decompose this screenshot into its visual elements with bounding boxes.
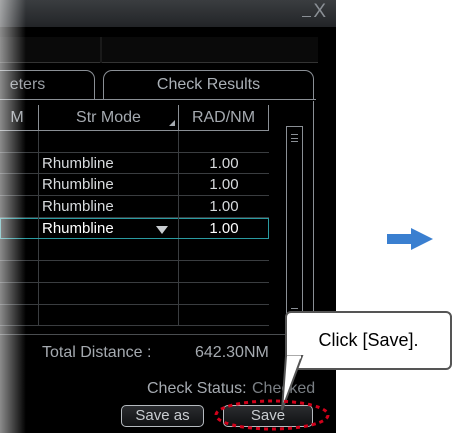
table-row[interactable]	[0, 304, 269, 327]
cell-str-mode: Rhumbline	[39, 152, 179, 174]
cell-str-mode: Rhumbline	[39, 196, 179, 217]
cell-rad-nm	[179, 283, 269, 304]
cell-index	[0, 131, 39, 152]
tab-label: Check Results	[156, 76, 261, 93]
cell-str-mode	[39, 239, 179, 261]
save-as-button[interactable]: Save as	[121, 405, 204, 427]
cell-str-mode	[39, 282, 179, 304]
results-table: M Str Mode RAD/NM Rhumbline 1.00 Rhumbline…	[0, 101, 314, 333]
cell-rad-nm: 1.00	[209, 154, 239, 172]
table-row[interactable]: Rhumbline 1.00	[0, 174, 269, 197]
cell-index	[0, 282, 39, 304]
tab-label: eters	[9, 76, 46, 93]
column-header-rad-nm[interactable]: RAD/NM	[179, 105, 269, 131]
check-status-label: Check Status:	[147, 380, 247, 397]
close-icon[interactable]: X	[302, 2, 326, 22]
cell-str-mode[interactable]: Rhumbline	[39, 217, 179, 239]
table-row[interactable]: Rhumbline 1.00	[0, 152, 269, 175]
cell-rad-nm: 1.00	[209, 219, 239, 237]
cell-index	[0, 261, 39, 282]
cell-str-mode: Rhumbline	[39, 174, 179, 196]
sort-icon	[169, 120, 175, 126]
cell-rad-nm: 1.00	[209, 176, 239, 194]
cell-str-mode	[39, 261, 179, 282]
table-body: Rhumbline 1.00 Rhumbline 1.00 Rhumbline 1.00 R…	[0, 131, 269, 327]
route-name-field	[0, 37, 318, 63]
str-mode-value: Rhumbline	[42, 219, 114, 237]
total-distance-value: 642.30NM	[195, 344, 269, 361]
tab-check-results[interactable]: Check Results	[103, 70, 314, 100]
cell-index	[0, 174, 39, 196]
cell-str-mode	[39, 131, 179, 152]
str-mode-value: Rhumbline	[42, 176, 114, 194]
table-row[interactable]	[0, 239, 269, 262]
cell-rad-nm	[179, 239, 269, 260]
cell-index	[0, 152, 39, 174]
cell-rad-nm	[179, 131, 269, 152]
cell-index	[0, 239, 39, 261]
str-mode-value: Rhumbline	[42, 198, 114, 216]
cell-rad-nm	[179, 261, 269, 282]
tab-divider	[0, 99, 316, 100]
vertical-scrollbar[interactable]	[286, 126, 303, 322]
cell-rad-nm: 1.00	[209, 198, 239, 216]
column-header-str-mode[interactable]: Str Mode	[39, 105, 179, 131]
cell-str-mode	[39, 304, 179, 326]
column-header-label: Str Mode	[76, 109, 141, 126]
next-step-arrow-icon	[387, 228, 433, 250]
dropdown-arrow-icon[interactable]	[156, 225, 168, 234]
total-distance-label: Total Distance :	[42, 344, 152, 361]
highlight-ring	[214, 399, 330, 431]
cell-rad-nm	[179, 305, 269, 326]
table-row[interactable]	[0, 131, 269, 153]
cell-index	[0, 196, 39, 217]
cell-index	[0, 304, 39, 326]
scroll-up-icon[interactable]	[291, 134, 298, 142]
table-row[interactable]	[0, 261, 269, 283]
cell-index	[0, 217, 39, 239]
table-row[interactable]: Rhumbline 1.00	[0, 196, 269, 218]
column-header[interactable]: M	[0, 105, 39, 131]
title-bar: X	[0, 0, 336, 27]
str-mode-value: Rhumbline	[42, 154, 114, 172]
table-row[interactable]: Rhumbline 1.00	[0, 217, 269, 240]
table-row[interactable]	[0, 282, 269, 305]
tab-parameters[interactable]: eters	[0, 70, 95, 100]
